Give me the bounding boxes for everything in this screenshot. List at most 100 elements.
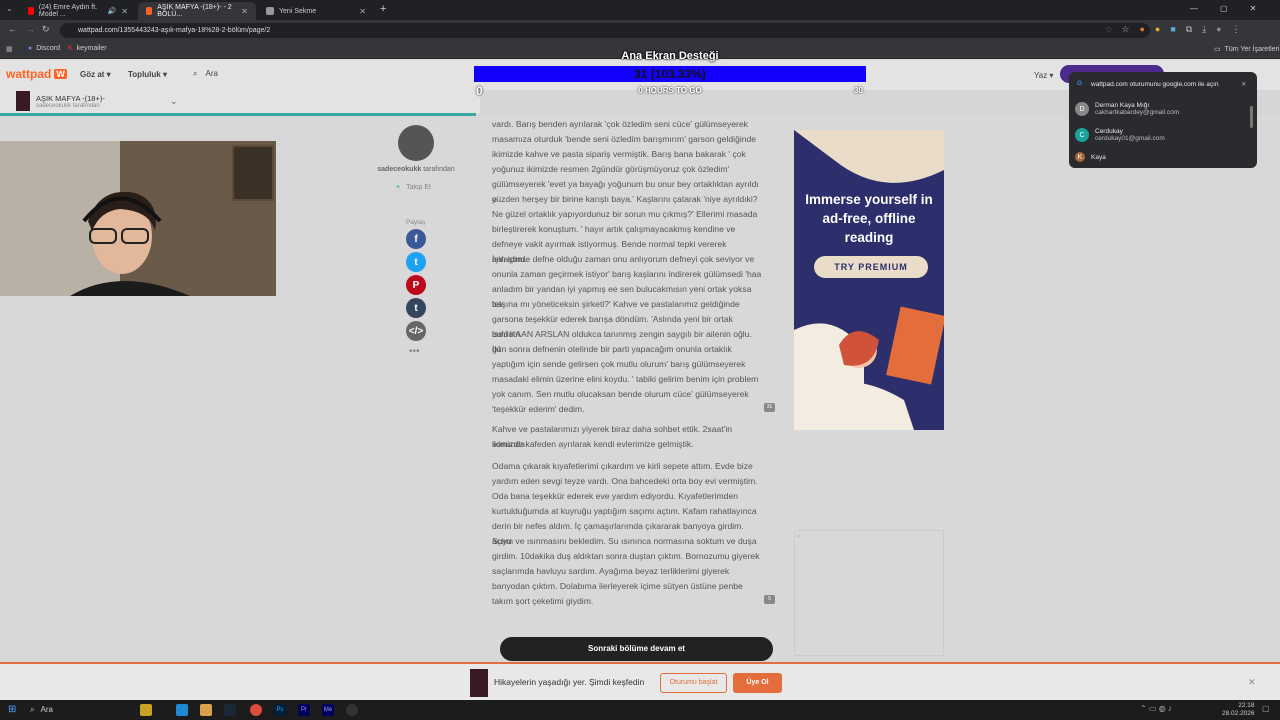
more-dots-icon[interactable]: •••: [409, 346, 420, 357]
chapter-chevron-down-icon[interactable]: ⌄: [170, 96, 178, 107]
bookmark-keymailer[interactable]: K keymailer: [68, 45, 107, 52]
maximize-button[interactable]: ▢: [1220, 4, 1228, 13]
account-option[interactable]: C Cerdukay cerdukay01@gmail.com: [1075, 128, 1165, 142]
eye-off-icon[interactable]: ◌: [1106, 24, 1111, 35]
url-field[interactable]: wattpad.com/1355443243-aşık-mafya-18%28-…: [60, 23, 1150, 38]
media-encoder-icon[interactable]: Me: [322, 704, 334, 716]
windows-start-icon[interactable]: ⊞: [8, 704, 16, 715]
comment-count-badge[interactable]: 5: [764, 595, 775, 604]
edge-icon[interactable]: [176, 704, 188, 716]
taskbar-search[interactable]: ⌕ Ara: [30, 705, 53, 715]
all-bookmarks[interactable]: ▭ Tüm Yer İşaretleri: [1214, 45, 1280, 54]
notification-icon[interactable]: ▢: [1262, 704, 1270, 713]
paragraph-line: masadaki elimin üzerine elini koydu. ' t…: [492, 374, 759, 384]
account-name: Cerdukay: [1095, 128, 1123, 135]
extension-icon[interactable]: ●: [1155, 24, 1160, 35]
embed-icon[interactable]: </>: [406, 321, 426, 341]
facebook-icon[interactable]: f: [406, 229, 426, 249]
close-icon[interactable]: ✕: [1248, 677, 1256, 688]
nav-browse[interactable]: Göz at ▾: [80, 70, 111, 79]
tray-icons[interactable]: ⌃ ▭ ◍ ♪: [1140, 704, 1172, 713]
close-icon[interactable]: ✕: [1241, 80, 1246, 88]
back-icon[interactable]: ←: [8, 24, 17, 34]
file-explorer-icon[interactable]: [200, 704, 212, 716]
paragraph-line: yaptığım için sende gelirsen çok mutlu o…: [492, 359, 746, 369]
author-avatar[interactable]: [398, 125, 434, 161]
minimize-button[interactable]: —: [1190, 4, 1198, 13]
tab-wattpad[interactable]: AŞIK MAFYA -(18+)- - 2 BÖLÜ... ✕: [138, 2, 256, 20]
story-title[interactable]: AŞIK MAFYA -(18+)-: [36, 94, 105, 103]
extension-icon[interactable]: ■: [1170, 24, 1175, 35]
bookmark-label: Tüm Yer İşaretleri: [1224, 45, 1280, 53]
google-signin-popup: G wattpad.com oturumunu google.com ile a…: [1069, 72, 1257, 168]
paragraph-line: Ne güzel ortaklık yapıyordunuz bir sorun…: [492, 209, 758, 219]
download-icon[interactable]: ⤓: [1202, 24, 1206, 35]
bookmark-label: Discord: [36, 45, 60, 52]
windows-taskbar: ⊞ ⌕ Ara Ps Pr Me ⌃ ▭ ◍ ♪ 22:18 28.02.202…: [0, 700, 1280, 720]
account-option[interactable]: K Kaya: [1075, 152, 1106, 162]
close-tab-icon[interactable]: ✕: [121, 7, 128, 16]
write-menu[interactable]: Yaz ▾: [1034, 71, 1053, 80]
chrome-icon[interactable]: [250, 704, 262, 716]
account-option[interactable]: D Derman Kaya Mığı cakhartkabardey@gmail.…: [1075, 102, 1179, 116]
clock-time: 22:18: [1238, 702, 1255, 709]
extension-icon[interactable]: ●: [1139, 24, 1144, 35]
paragraph-line: açtım ve ısınmasını bekledim. Su ısınınc…: [492, 536, 757, 546]
story-cover[interactable]: [16, 91, 30, 111]
premiere-icon[interactable]: Pr: [298, 704, 310, 716]
close-tab-icon[interactable]: ✕: [241, 7, 248, 16]
ad-illustration: [794, 130, 944, 430]
wattpad-logo[interactable]: wattpad W: [6, 67, 67, 81]
tab-new[interactable]: Yeni Sekme ✕: [258, 2, 374, 20]
bookmark-star-icon[interactable]: ☆: [1121, 24, 1129, 35]
obs-icon[interactable]: [346, 704, 358, 716]
bookmark-discord[interactable]: ● Discord: [28, 45, 60, 52]
signup-button[interactable]: Üye Ol: [733, 673, 782, 693]
share-label: Paylaş: [406, 219, 426, 226]
signup-banner: Hikayelerin yaşadığı yer. Şimdi keşfedin…: [0, 662, 1280, 700]
goal-footer: 0 0 HOURS TO GO 30: [474, 84, 866, 98]
next-chapter-button[interactable]: Sonraki bölüme devam et: [500, 637, 773, 661]
comment-count-badge[interactable]: 31: [764, 403, 775, 412]
new-tab-button[interactable]: +: [380, 3, 386, 15]
avatar: C: [1075, 128, 1089, 142]
speaker-icon[interactable]: 🔊: [108, 7, 117, 15]
scrollbar[interactable]: [1250, 106, 1253, 128]
reload-icon[interactable]: ↻: [42, 24, 50, 35]
tab-youtube[interactable]: (24) Emre Aydın ft. Model ... 🔊 ✕: [20, 2, 136, 20]
apps-grid-icon[interactable]: ▦: [6, 45, 13, 53]
ad-placeholder-image: ▫: [794, 530, 944, 656]
story-author: sadeceokukk tarafından: [36, 103, 100, 109]
extensions-puzzle-icon[interactable]: ⧉: [1186, 24, 1192, 35]
author-name[interactable]: sadeceokukk: [377, 166, 421, 173]
add-person-icon: +: [396, 184, 401, 191]
close-tab-icon[interactable]: ✕: [359, 7, 366, 16]
profile-avatar[interactable]: ●: [1216, 24, 1221, 35]
pinterest-icon[interactable]: P: [406, 275, 426, 295]
tab-search-icon[interactable]: ⌄: [6, 4, 13, 13]
forward-icon[interactable]: →: [26, 24, 35, 34]
banner-cover-image: [470, 669, 488, 697]
avatar: D: [1075, 102, 1089, 116]
paragraph-line: kurtulduğumda at kuyruğu yaptığım saçımı…: [492, 506, 757, 516]
author-line: sadeceokukk tarafından: [360, 166, 472, 173]
paragraph-line: yüzden herşey bir birine karıştı baya.' …: [492, 194, 758, 204]
widgets-icon[interactable]: [140, 704, 152, 716]
follow-button[interactable]: + Takip Et: [396, 184, 431, 191]
search-box[interactable]: ⌕ Ara: [193, 69, 218, 79]
login-button[interactable]: Oturumu başlat: [660, 673, 727, 693]
try-premium-button[interactable]: TRY PREMIUM: [814, 256, 928, 278]
menu-dots-icon[interactable]: ⋮: [1232, 24, 1241, 35]
photoshop-icon[interactable]: Ps: [274, 704, 286, 716]
clock[interactable]: 22:18 28.02.2026: [1222, 702, 1255, 718]
tumblr-icon[interactable]: t: [406, 298, 426, 318]
close-window-button[interactable]: ✕: [1250, 4, 1257, 13]
search-icon: ⌕: [193, 69, 198, 78]
steam-icon[interactable]: [224, 704, 236, 716]
keymailer-icon: K: [68, 45, 73, 52]
twitter-icon[interactable]: t: [406, 252, 426, 272]
premium-ad[interactable]: Immerse yourself in ad-free, offline rea…: [794, 130, 944, 430]
goal-title: Ana Ekran Desteği: [621, 50, 719, 62]
nav-community[interactable]: Topluluk ▾: [128, 70, 167, 79]
paragraph-line: saçlarımda havluyu sardım. Ayağıma beyaz…: [492, 566, 730, 576]
